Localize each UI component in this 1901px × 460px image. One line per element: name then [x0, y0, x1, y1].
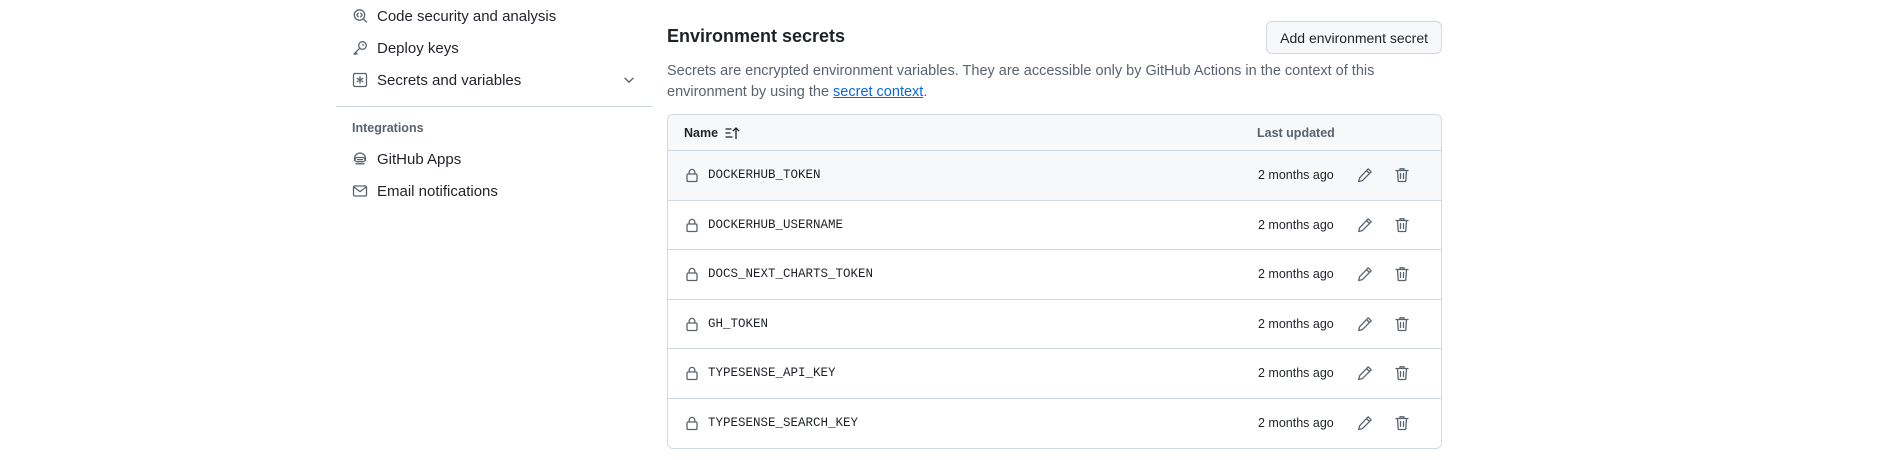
trash-icon[interactable]	[1393, 166, 1411, 184]
table-row: DOCKERHUB_TOKEN 2 months ago	[668, 151, 1441, 201]
sidebar-item-email-notifications[interactable]: Email notifications	[336, 175, 652, 207]
table-row: TYPESENSE_SEARCH_KEY 2 months ago	[668, 398, 1441, 448]
section-description: Secrets are encrypted environment variab…	[667, 61, 1442, 103]
pencil-icon[interactable]	[1356, 414, 1374, 432]
secret-name: TYPESENSE_API_KEY	[708, 366, 836, 380]
settings-sidebar: Code security and analysis Deploy keys S…	[336, 0, 652, 207]
section-header: Environment secrets Add environment secr…	[667, 0, 1442, 56]
lock-icon	[684, 415, 700, 431]
lock-icon	[684, 167, 700, 183]
secrets-table: Name Last updated DOCKERHUB_TOKEN 2 mont…	[667, 114, 1442, 449]
secret-name: GH_TOKEN	[708, 316, 769, 331]
sort-by-name-button[interactable]: Name	[684, 126, 741, 140]
sort-asc-icon	[725, 126, 741, 140]
secret-last-updated: 2 months ago	[1258, 267, 1334, 281]
trash-icon[interactable]	[1393, 364, 1411, 382]
trash-icon[interactable]	[1393, 265, 1411, 283]
table-row: DOCKERHUB_USERNAME 2 months ago	[668, 200, 1441, 250]
column-header-name: Name	[684, 126, 719, 140]
trash-icon[interactable]	[1393, 414, 1411, 432]
table-row: GH_TOKEN 2 months ago	[668, 299, 1441, 349]
codescan-icon	[352, 8, 368, 24]
pencil-icon[interactable]	[1356, 216, 1374, 234]
chevron-down-icon[interactable]	[622, 73, 636, 87]
trash-icon[interactable]	[1393, 315, 1411, 333]
secret-last-updated: 2 months ago	[1258, 366, 1334, 380]
lock-icon	[684, 365, 700, 381]
pencil-icon[interactable]	[1356, 315, 1374, 333]
secret-last-updated: 2 months ago	[1258, 217, 1334, 232]
sidebar-item-label: Secrets and variables	[377, 71, 522, 89]
sidebar-divider	[336, 106, 652, 107]
secret-name: DOCKERHUB_TOKEN	[708, 168, 821, 182]
description-suffix: .	[923, 84, 928, 100]
sidebar-item-label: Deploy keys	[377, 39, 459, 57]
secret-name: TYPESENSE_SEARCH_KEY	[708, 415, 859, 430]
secret-last-updated: 2 months ago	[1258, 316, 1334, 331]
pencil-icon[interactable]	[1356, 364, 1374, 382]
section-title: Environment secrets	[667, 26, 846, 46]
description-text: Secrets are encrypted environment variab…	[667, 63, 1375, 100]
lock-icon	[684, 316, 700, 332]
sidebar-item-github-apps[interactable]: GitHub Apps	[336, 143, 652, 175]
lock-icon	[684, 266, 700, 282]
column-header-last-updated: Last updated	[1257, 126, 1335, 140]
secret-name: DOCKERHUB_USERNAME	[708, 217, 844, 232]
secret-context-link[interactable]: secret context	[833, 84, 923, 100]
trash-icon[interactable]	[1393, 216, 1411, 234]
mail-icon	[352, 183, 368, 199]
add-environment-secret-button[interactable]: Add environment secret	[1266, 21, 1442, 54]
sidebar-item-code-security[interactable]: Code security and analysis	[336, 0, 652, 32]
table-body: DOCKERHUB_TOKEN 2 months ago DOCKERHUB_U…	[668, 151, 1441, 448]
table-row: DOCS_NEXT_CHARTS_TOKEN 2 months ago	[668, 250, 1441, 300]
pencil-icon[interactable]	[1356, 166, 1374, 184]
lock-icon	[684, 217, 700, 233]
sidebar-group-integrations: Integrations	[352, 121, 424, 135]
sidebar-item-secrets-and-variables[interactable]: Secrets and variables	[336, 64, 652, 96]
secret-last-updated: 2 months ago	[1258, 415, 1334, 430]
sidebar-item-label: Code security and analysis	[377, 7, 557, 25]
secret-name: DOCS_NEXT_CHARTS_TOKEN	[708, 267, 874, 281]
table-header: Name Last updated	[668, 115, 1441, 151]
environment-secrets-section: Environment secrets Add environment secr…	[667, 0, 1442, 449]
key-icon	[352, 40, 368, 56]
hubot-icon	[352, 151, 368, 167]
sidebar-item-label: GitHub Apps	[377, 150, 462, 168]
secret-last-updated: 2 months ago	[1258, 168, 1334, 182]
key-asterisk-icon	[352, 72, 368, 88]
pencil-icon[interactable]	[1356, 265, 1374, 283]
sidebar-item-label: Email notifications	[377, 182, 498, 200]
sidebar-item-deploy-keys[interactable]: Deploy keys	[336, 32, 652, 64]
table-row: TYPESENSE_API_KEY 2 months ago	[668, 349, 1441, 399]
